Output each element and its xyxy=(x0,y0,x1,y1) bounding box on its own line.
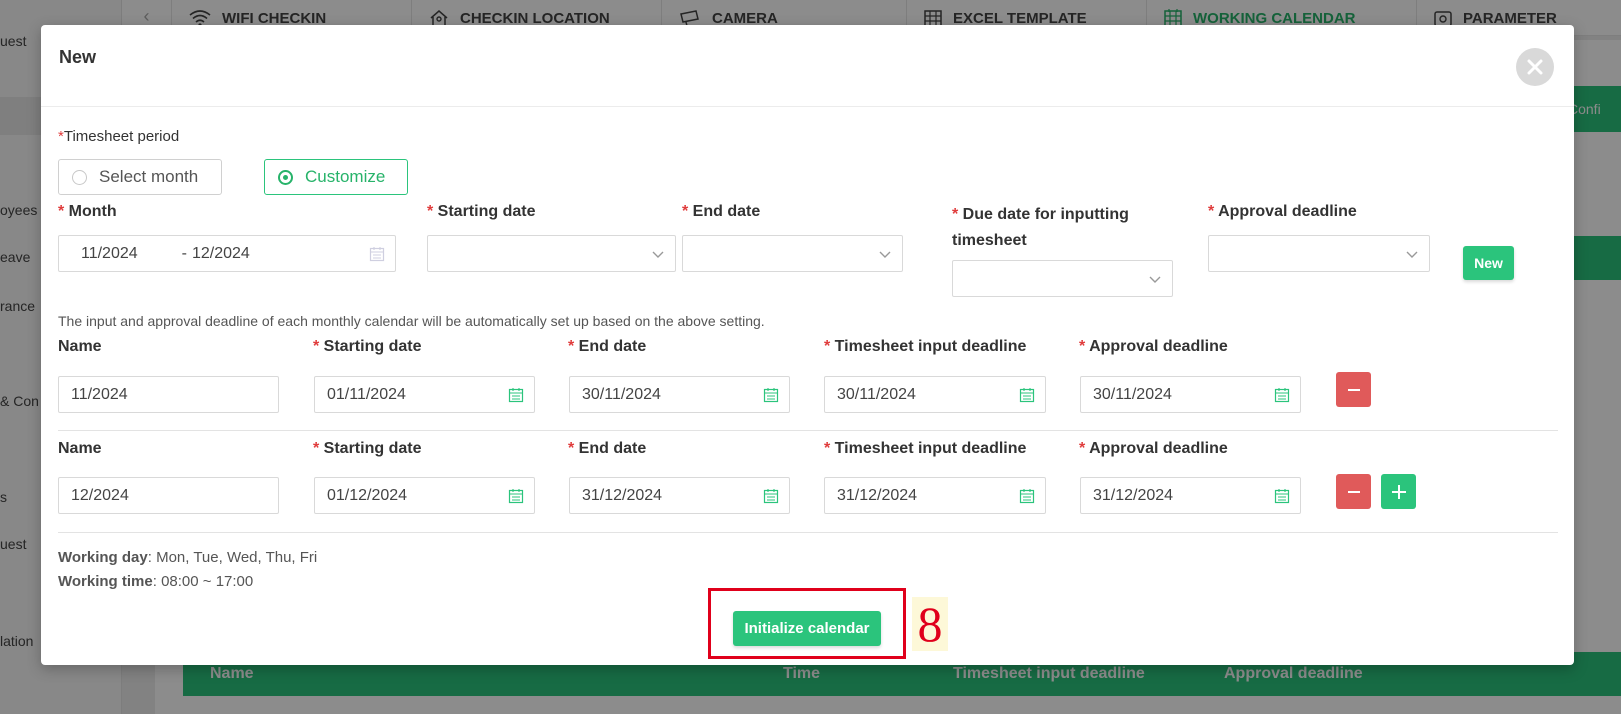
step-highlight-box xyxy=(708,588,906,659)
setup-end-date-select[interactable] xyxy=(682,235,903,272)
setup-end-date-label: * End date xyxy=(682,203,761,220)
calendar-icon xyxy=(508,388,524,403)
calendar-icon xyxy=(369,247,385,262)
chevron-down-icon xyxy=(879,251,891,258)
row-end-date-label: * End date xyxy=(568,440,647,457)
new-button[interactable]: New xyxy=(1463,246,1514,280)
row-divider xyxy=(58,430,1558,431)
row-timesheet-deadline-label: * Timesheet input deadline xyxy=(824,440,1027,457)
step-number-label: 8 xyxy=(912,597,948,651)
row-starting-date-input[interactable]: 01/12/2024 xyxy=(314,477,535,514)
chevron-down-icon xyxy=(1149,276,1161,283)
row-name-label: Name xyxy=(58,440,102,457)
working-time-info: Working time: 08:00 ~ 17:00 xyxy=(58,573,254,590)
setup-starting-date-select[interactable] xyxy=(427,235,676,272)
month-range-picker[interactable]: 11/2024 - 12/2024 xyxy=(58,235,396,272)
new-calendar-modal: New *Timesheet period Select month Custo… xyxy=(41,25,1574,665)
modal-divider xyxy=(41,106,1574,107)
month-separator: - xyxy=(181,244,187,262)
row-approval-deadline-input[interactable]: 30/11/2024 xyxy=(1080,376,1301,413)
calendar-icon xyxy=(763,489,779,504)
due-date-label: * Due date for inputting timesheet xyxy=(952,206,1129,249)
month-to: 12/2024 xyxy=(191,244,250,262)
setup-due-date-select[interactable] xyxy=(952,260,1173,297)
chevron-down-icon xyxy=(1406,251,1418,258)
calendar-icon xyxy=(508,489,524,504)
remove-row-button[interactable] xyxy=(1336,372,1371,407)
row-starting-date-label: * Starting date xyxy=(313,440,422,457)
close-button[interactable] xyxy=(1516,48,1554,86)
auto-setup-note: The input and approval deadline of each … xyxy=(58,313,765,329)
setup-approval-deadline-label: * Approval deadline xyxy=(1208,203,1357,220)
row-end-date-input[interactable]: 31/12/2024 xyxy=(569,477,790,514)
calendar-icon xyxy=(1274,489,1290,504)
row-timesheet-deadline-label: * Timesheet input deadline xyxy=(824,338,1027,355)
row-approval-deadline-label: * Approval deadline xyxy=(1079,440,1228,457)
row-name-input[interactable]: 12/2024 xyxy=(58,477,279,514)
radio-customize[interactable]: Customize xyxy=(264,159,408,195)
minus-icon xyxy=(1347,490,1360,493)
row-approval-deadline-input[interactable]: 31/12/2024 xyxy=(1080,477,1301,514)
row-end-date-input[interactable]: 30/11/2024 xyxy=(569,376,790,413)
setup-approval-deadline-select[interactable] xyxy=(1208,235,1430,272)
setup-starting-date-label: * Starting date xyxy=(427,203,536,220)
row-approval-deadline-label: * Approval deadline xyxy=(1079,338,1228,355)
timesheet-period-label: *Timesheet period xyxy=(58,128,180,145)
add-row-button[interactable] xyxy=(1381,474,1416,509)
close-icon xyxy=(1527,59,1543,75)
radio-checked-icon xyxy=(278,169,293,185)
row-divider xyxy=(58,532,1558,533)
row-timesheet-deadline-input[interactable]: 30/11/2024 xyxy=(824,376,1046,413)
calendar-icon xyxy=(1019,388,1035,403)
row-name-label: Name xyxy=(58,338,102,355)
row-starting-date-label: * Starting date xyxy=(313,338,422,355)
row-name-input[interactable]: 11/2024 xyxy=(58,376,279,413)
calendar-icon xyxy=(763,388,779,403)
radio-icon xyxy=(72,169,87,185)
chevron-down-icon xyxy=(652,251,664,258)
month-label: * Month xyxy=(58,203,117,220)
calendar-icon xyxy=(1274,388,1290,403)
modal-title: New xyxy=(59,47,97,67)
month-from: 11/2024 xyxy=(81,244,138,262)
working-day-info: Working day: Mon, Tue, Wed, Thu, Fri xyxy=(58,549,318,566)
row-end-date-label: * End date xyxy=(568,338,647,355)
calendar-icon xyxy=(1019,489,1035,504)
row-starting-date-input[interactable]: 01/11/2024 xyxy=(314,376,535,413)
minus-icon xyxy=(1347,388,1360,391)
plus-icon xyxy=(1391,484,1406,499)
remove-row-button[interactable] xyxy=(1336,474,1371,509)
radio-select-month[interactable]: Select month xyxy=(58,159,222,195)
row-timesheet-deadline-input[interactable]: 31/12/2024 xyxy=(824,477,1046,514)
